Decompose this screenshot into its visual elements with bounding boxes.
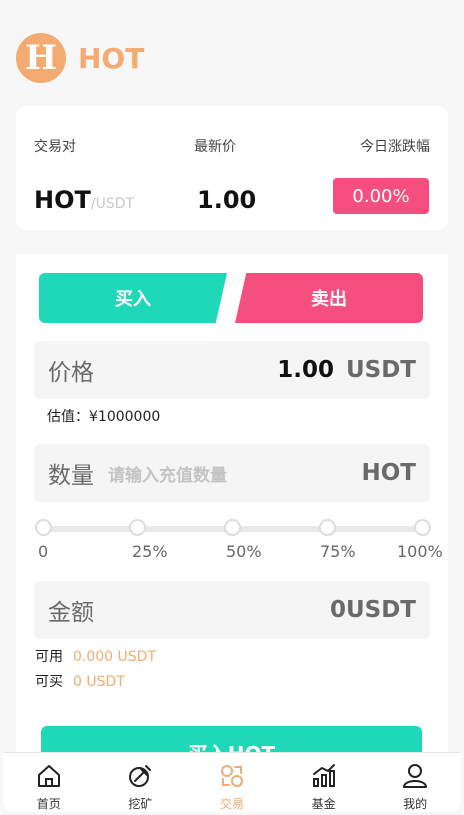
trade-icon bbox=[220, 765, 243, 787]
quantity-label: 数量 bbox=[48, 463, 94, 489]
amount-field: 金额 0USDT bbox=[34, 581, 430, 639]
amount-label: 金额 bbox=[48, 600, 94, 626]
tab-label: 我的 bbox=[403, 797, 428, 811]
quantity-input[interactable]: 请输入充值数量 bbox=[108, 461, 227, 486]
pair-quote: /USDT bbox=[90, 196, 135, 212]
slider-tick: 50% bbox=[226, 542, 262, 561]
price-field[interactable]: 价格 1.00 USDT bbox=[34, 341, 430, 399]
tab-mine[interactable]: 我的 bbox=[369, 753, 461, 812]
slider-tick: 0 bbox=[38, 542, 49, 561]
slider-tick: 75% bbox=[320, 542, 356, 561]
available-row: 可用 0.000 USDT bbox=[35, 646, 156, 666]
price-value: 1.00 bbox=[277, 357, 334, 383]
tab-label: 挖矿 bbox=[128, 797, 153, 811]
slider-tick: 25% bbox=[132, 542, 168, 561]
price-label: 价格 bbox=[48, 360, 94, 386]
app-header: H HOT bbox=[16, 30, 144, 86]
app-name: HOT bbox=[78, 41, 145, 75]
can-buy-value: 0 USDT bbox=[73, 674, 125, 690]
user-icon bbox=[403, 764, 428, 788]
price-unit: USDT bbox=[345, 357, 416, 383]
slider-stop-100[interactable] bbox=[414, 519, 431, 536]
available-label: 可用 bbox=[35, 649, 63, 665]
quantity-field[interactable]: 数量 请输入充值数量 HOT bbox=[34, 444, 430, 502]
amount-value: 0USDT bbox=[329, 597, 416, 623]
sell-tab[interactable]: 卖出 bbox=[235, 273, 423, 323]
tab-trade[interactable]: 交易 bbox=[186, 753, 278, 812]
quantity-unit: HOT bbox=[361, 460, 417, 486]
mining-icon bbox=[129, 765, 152, 787]
change-badge: 0.00% bbox=[333, 178, 429, 214]
slider-tick: 100% bbox=[397, 542, 443, 561]
home-icon bbox=[37, 765, 60, 787]
price-column-label: 最新价 bbox=[194, 139, 236, 155]
tab-label: 首页 bbox=[36, 797, 61, 811]
tab-label: 基金 bbox=[311, 797, 336, 811]
slider-stop-50[interactable] bbox=[224, 519, 241, 536]
can-buy-label: 可买 bbox=[35, 674, 63, 690]
trading-pair[interactable]: HOT/USDT bbox=[34, 186, 134, 214]
estimate-value: 估值：¥1000000 bbox=[47, 409, 161, 425]
bottom-tabbar: 首页 挖矿 交易 基金 我的 bbox=[3, 752, 461, 812]
tab-mining[interactable]: 挖矿 bbox=[95, 753, 187, 812]
change-column-label: 今日涨跌幅 bbox=[360, 139, 430, 155]
can-buy-row: 可买 0 USDT bbox=[35, 671, 125, 691]
pair-column-label: 交易对 bbox=[34, 139, 76, 155]
pair-base: HOT bbox=[34, 186, 91, 214]
ticker-card: 交易对 最新价 今日涨跌幅 HOT/USDT 1.00 0.00% bbox=[16, 106, 448, 230]
slider-stop-75[interactable] bbox=[319, 519, 336, 536]
buy-tab[interactable]: 买入 bbox=[39, 273, 227, 323]
slider-stop-25[interactable] bbox=[129, 519, 146, 536]
slider-stop-0[interactable] bbox=[35, 519, 52, 536]
hot-logo-icon: H bbox=[16, 33, 66, 83]
fund-chart-icon bbox=[312, 764, 335, 787]
available-value: 0.000 USDT bbox=[73, 649, 156, 665]
tab-home[interactable]: 首页 bbox=[3, 753, 95, 812]
last-price: 1.00 bbox=[197, 186, 257, 214]
tab-label: 交易 bbox=[219, 797, 244, 811]
tab-fund[interactable]: 基金 bbox=[278, 753, 370, 812]
trade-panel: 买入 卖出 价格 1.00 USDT 估值：¥1000000 数量 请输入充值数… bbox=[16, 254, 448, 778]
